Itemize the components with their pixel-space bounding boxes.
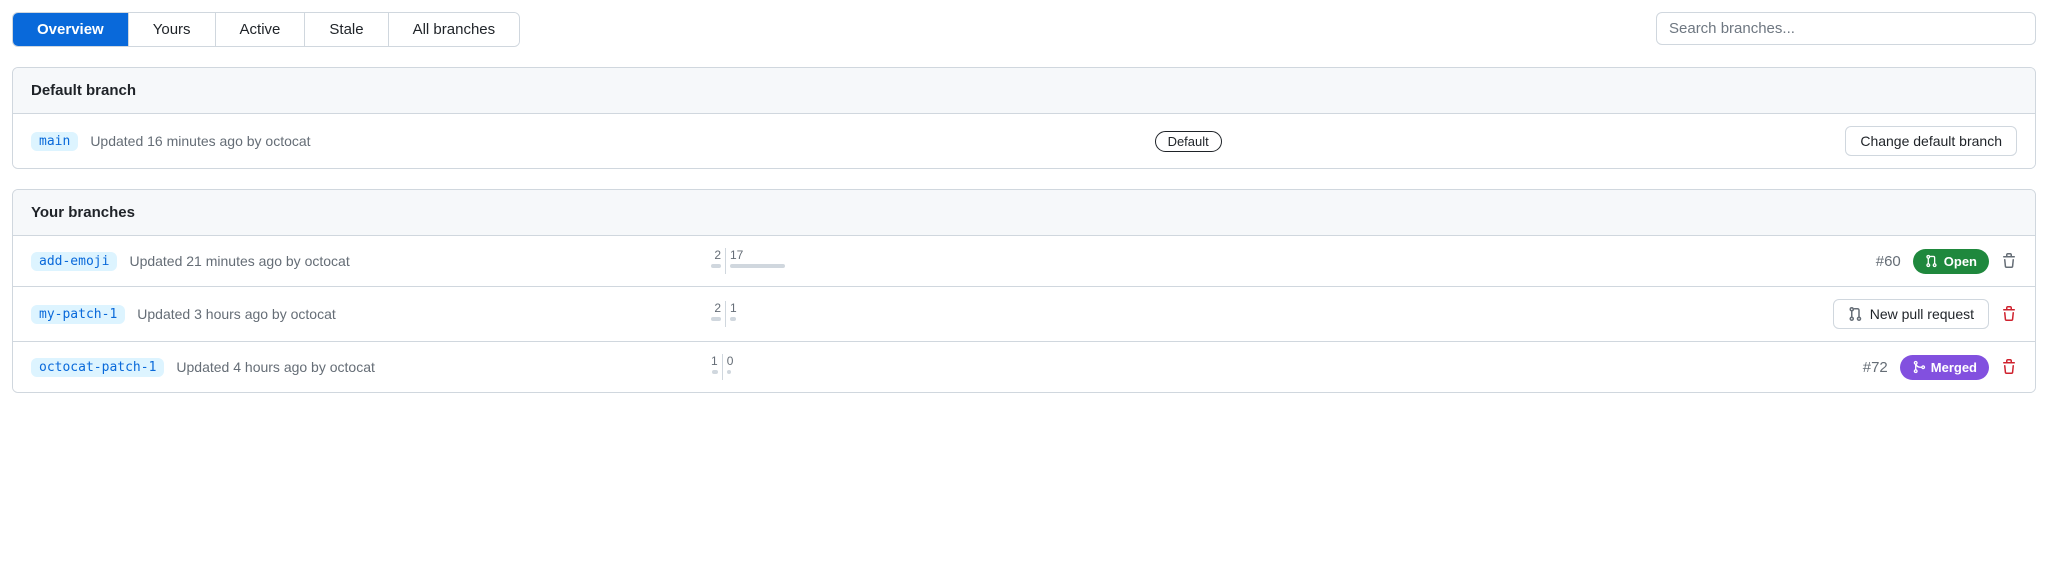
default-branch-heading: Default branch [13, 68, 2035, 114]
pr-state-label: Open [1944, 254, 1977, 269]
branch-name-link[interactable]: add-emoji [31, 252, 117, 271]
your-branches-heading: Your branches [13, 190, 2035, 236]
new-pull-request-button[interactable]: New pull request [1833, 299, 1989, 329]
default-badge: Default [1155, 131, 1222, 152]
trash-icon [2001, 359, 2017, 375]
trash-icon [2001, 253, 2017, 269]
branch-updated-text: Updated 21 minutes ago by octocat [129, 253, 349, 269]
pull-request-icon [1925, 254, 1939, 268]
merge-icon [1912, 360, 1926, 374]
change-default-branch-button[interactable]: Change default branch [1845, 126, 2017, 156]
behind-ahead-indicator: 2 17 [711, 248, 785, 274]
branch-row: octocat-patch-1 Updated 4 hours ago by o… [13, 342, 2035, 392]
pr-number[interactable]: #72 [1863, 359, 1888, 376]
pr-state-label: Merged [1931, 360, 1977, 375]
new-pull-request-label: New pull request [1870, 306, 1974, 322]
branch-tabs: Overview Yours Active Stale All branches [12, 12, 520, 47]
ahead-count: 0 [727, 354, 734, 368]
pr-state-badge-merged[interactable]: Merged [1900, 355, 1989, 380]
branch-updated-text: Updated 3 hours ago by octocat [137, 306, 335, 322]
delete-branch-button[interactable] [2001, 359, 2017, 375]
your-branches-panel: Your branches add-emoji Updated 21 minut… [12, 189, 2036, 393]
behind-count: 2 [714, 301, 721, 315]
tab-stale[interactable]: Stale [305, 13, 388, 46]
behind-count: 1 [711, 354, 718, 368]
ahead-count: 17 [730, 248, 743, 262]
branch-row: my-patch-1 Updated 3 hours ago by octoca… [13, 287, 2035, 342]
behind-ahead-indicator: 2 1 [711, 301, 737, 327]
branch-updated-text: Updated 16 minutes ago by octocat [90, 133, 310, 149]
pr-number[interactable]: #60 [1876, 253, 1901, 270]
tab-overview[interactable]: Overview [13, 13, 129, 46]
pr-state-badge-open[interactable]: Open [1913, 249, 1989, 274]
branch-row: main Updated 16 minutes ago by octocat D… [13, 114, 2035, 168]
pull-request-icon [1848, 306, 1864, 322]
delete-branch-button[interactable] [2001, 253, 2017, 269]
ahead-count: 1 [730, 301, 737, 315]
default-branch-panel: Default branch main Updated 16 minutes a… [12, 67, 2036, 169]
delete-branch-button[interactable] [2001, 306, 2017, 322]
trash-icon [2001, 306, 2017, 322]
tab-all-branches[interactable]: All branches [389, 13, 520, 46]
branch-name-link[interactable]: main [31, 132, 78, 151]
behind-ahead-indicator: 1 0 [711, 354, 733, 380]
branch-updated-text: Updated 4 hours ago by octocat [176, 359, 374, 375]
branch-name-link[interactable]: octocat-patch-1 [31, 358, 164, 377]
branch-name-link[interactable]: my-patch-1 [31, 305, 125, 324]
tab-yours[interactable]: Yours [129, 13, 216, 46]
search-branches-input[interactable] [1656, 12, 2036, 45]
tab-active[interactable]: Active [216, 13, 306, 46]
branch-row: add-emoji Updated 21 minutes ago by octo… [13, 236, 2035, 287]
behind-count: 2 [714, 248, 721, 262]
